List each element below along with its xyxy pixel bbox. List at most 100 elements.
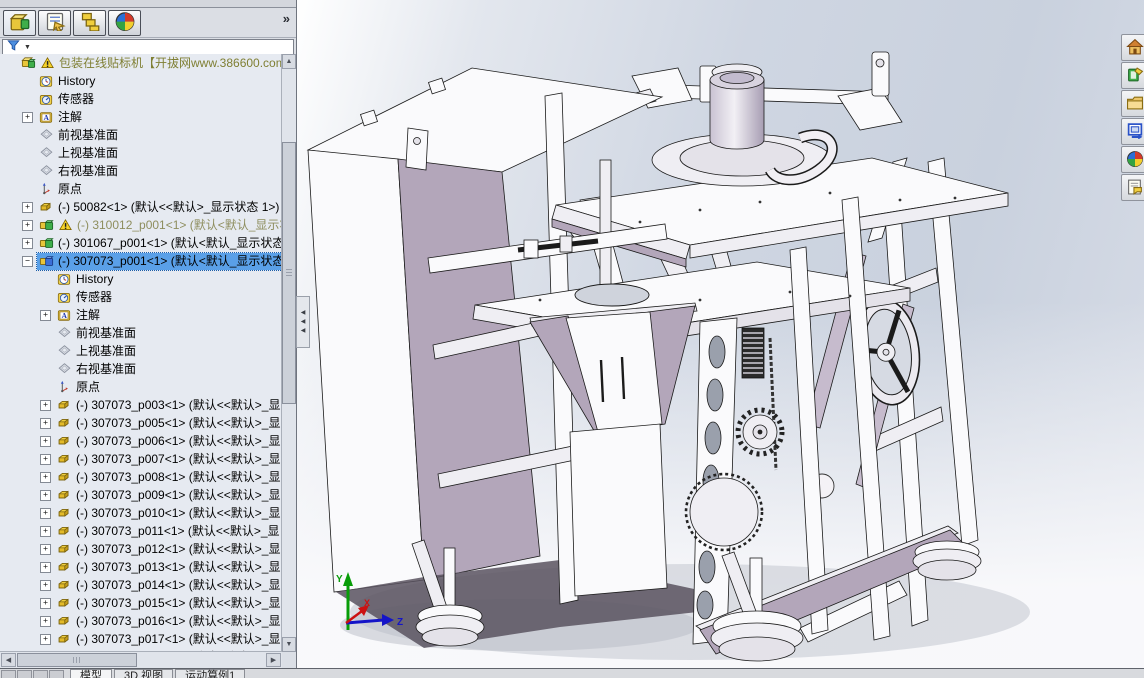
- expand-icon[interactable]: +: [40, 309, 51, 321]
- tree-row[interactable]: 右视基准面: [0, 162, 282, 180]
- tree-row[interactable]: + (-) 307073_p008<1> (默认<<默认>_显: [0, 468, 282, 486]
- cad-model-3d[interactable]: Y Z X: [297, 0, 1144, 668]
- tree-row[interactable]: + (-) 307073_p010<1> (默认<<默认>_显: [0, 504, 282, 522]
- taskpane-tab-view-palette[interactable]: [1121, 118, 1144, 145]
- tree-row[interactable]: + (-) 50082<1> (默认<<默认>_显示状态 1>): [0, 198, 282, 216]
- expand-icon[interactable]: +: [40, 453, 51, 465]
- tree-item-label: 包装在线贴标机【开拔网www.386600.com】: [59, 56, 282, 70]
- tree-row[interactable]: + (-) 307073_p013<1> (默认<<默认>_显: [0, 558, 282, 576]
- tree-row[interactable]: + (-) 307073_p014<1> (默认<<默认>_显: [0, 576, 282, 594]
- scroll-down-arrow[interactable]: ▼: [282, 637, 296, 652]
- origin-icon: [57, 380, 73, 394]
- tree-row[interactable]: + (-) 307073_p009<1> (默认<<默认>_显: [0, 486, 282, 504]
- taskpane-tab-home[interactable]: [1121, 34, 1144, 61]
- horizontal-scroll-thumb[interactable]: [17, 653, 137, 667]
- tree-item-label: 注解: [76, 308, 101, 322]
- tree-row[interactable]: History: [0, 72, 282, 90]
- scrollbar-corner: [282, 652, 296, 668]
- expand-icon[interactable]: +: [40, 507, 51, 519]
- tree-item-label: 上视基准面: [58, 146, 119, 160]
- tree-row[interactable]: + (-) 307073_p016<1> (默认<<默认>_显: [0, 612, 282, 630]
- tree-row[interactable]: + (-) 307073_p012<1> (默认<<默认>_显: [0, 540, 282, 558]
- vertical-scroll-thumb[interactable]: [282, 142, 296, 404]
- expand-icon[interactable]: +: [22, 111, 33, 123]
- tree-row[interactable]: + (-) 307073_p017<1> (默认<<默认>_显: [0, 630, 282, 648]
- plane-icon: [39, 128, 55, 142]
- panel-tab-configurationmanager[interactable]: [73, 9, 106, 36]
- task-pane-tab-strip: [1121, 34, 1144, 202]
- tree-row[interactable]: + (-) 307073_p011<1> (默认<<默认>_显: [0, 522, 282, 540]
- tree-row[interactable]: + (-) 307073_p006<1> (默认<<默认>_显: [0, 432, 282, 450]
- tree-row[interactable]: 上视基准面: [0, 144, 282, 162]
- panel-overflow-button[interactable]: »: [283, 11, 290, 26]
- triad-z-label: Z: [397, 617, 403, 628]
- expand-icon[interactable]: +: [40, 543, 51, 555]
- tree-row[interactable]: + (-) 307073_p005<1> (默认<<默认>_显: [0, 414, 282, 432]
- expand-icon[interactable]: +: [40, 489, 51, 501]
- expand-icon[interactable]: +: [40, 597, 51, 609]
- expand-icon[interactable]: +: [40, 471, 51, 483]
- expand-icon[interactable]: +: [40, 435, 51, 447]
- panel-tab-displaymanager[interactable]: [108, 9, 141, 36]
- tree-row[interactable]: History: [0, 270, 282, 288]
- tree-item-label: 前视基准面: [58, 128, 119, 142]
- part-icon: [57, 470, 73, 484]
- part-icon: [57, 398, 73, 412]
- expand-icon[interactable]: +: [40, 615, 51, 627]
- annotation-icon: A: [57, 308, 73, 322]
- expand-icon[interactable]: +: [40, 525, 51, 537]
- expand-icon[interactable]: +: [22, 219, 33, 231]
- part-icon: [57, 416, 73, 430]
- tree-row[interactable]: + A 注解: [0, 306, 282, 324]
- expand-icon[interactable]: +: [40, 561, 51, 573]
- solidworks-window: Y Z X » ▼ 包装在线贴标机【开拔网www.386600.com】 Hist…: [0, 0, 1144, 678]
- graphics-area[interactable]: Y Z X: [297, 0, 1144, 668]
- tree-horizontal-scrollbar[interactable]: ◀ ▶: [0, 651, 282, 668]
- lower-plate[interactable]: [569, 423, 668, 597]
- panel-collapse-splitter[interactable]: ◀ ◀ ◀: [296, 296, 310, 348]
- filter-caret-icon[interactable]: ▼: [24, 44, 31, 51]
- scroll-right-arrow[interactable]: ▶: [266, 653, 281, 667]
- tree-row[interactable]: 原点: [0, 180, 282, 198]
- panel-tab-featuremanager[interactable]: [3, 9, 36, 36]
- tree-row[interactable]: 传感器: [0, 288, 282, 306]
- tree-row[interactable]: 前视基准面: [0, 324, 282, 342]
- expand-icon[interactable]: +: [40, 633, 51, 645]
- tree-row[interactable]: + (-) 310012_p001<1> (默认<默认_显示状: [0, 216, 282, 234]
- collapse-icon[interactable]: −: [22, 255, 33, 267]
- expand-icon[interactable]: +: [40, 579, 51, 591]
- taskpane-tab-design-library[interactable]: [1121, 62, 1144, 89]
- expand-icon[interactable]: +: [22, 237, 33, 249]
- tree-item-label: (-) 307073_p006<1> (默认<<默认>_显: [76, 434, 281, 448]
- part-icon: [57, 614, 73, 628]
- expand-icon[interactable]: +: [40, 417, 51, 429]
- tree-row[interactable]: 包装在线贴标机【开拔网www.386600.com】: [0, 54, 282, 72]
- panel-top-strip: [0, 0, 296, 8]
- taskpane-tab-file-explorer[interactable]: [1121, 90, 1144, 117]
- assembly-icon-blue: [39, 254, 55, 268]
- tree-row[interactable]: + (-) 307073_p015<1> (默认<<默认>_显: [0, 594, 282, 612]
- tree-item-label: 右视基准面: [76, 362, 137, 376]
- taskpane-tab-custom-properties[interactable]: [1121, 174, 1144, 201]
- tree-row[interactable]: 上视基准面: [0, 342, 282, 360]
- triad-y-label: Y: [336, 574, 343, 585]
- expand-icon[interactable]: +: [22, 201, 33, 213]
- expand-icon[interactable]: +: [40, 399, 51, 411]
- tree-item-label: 传感器: [76, 290, 113, 304]
- taskpane-tab-appearances[interactable]: [1121, 146, 1144, 173]
- tree-row[interactable]: 右视基准面: [0, 360, 282, 378]
- tree-row[interactable]: 原点: [0, 378, 282, 396]
- tree-row[interactable]: + (-) 307073_p007<1> (默认<<默认>_显: [0, 450, 282, 468]
- scroll-left-arrow[interactable]: ◀: [1, 653, 16, 667]
- part-icon: [57, 632, 73, 646]
- tree-row[interactable]: 传感器: [0, 90, 282, 108]
- panel-tab-propertymanager[interactable]: [38, 9, 71, 36]
- tree-row[interactable]: + A 注解: [0, 108, 282, 126]
- tree-vertical-scrollbar[interactable]: ▲ ▼: [281, 54, 296, 652]
- scroll-up-arrow[interactable]: ▲: [282, 54, 296, 69]
- tree-row[interactable]: + (-) 301067_p001<1> (默认<默认_显示状态-: [0, 234, 282, 252]
- tree-row[interactable]: − (-) 307073_p001<1> (默认<默认_显示状态-: [0, 251, 282, 271]
- tree-row[interactable]: + (-) 307073_p003<1> (默认<<默认>_显: [0, 396, 282, 414]
- annotation-icon: A: [39, 110, 55, 124]
- tree-row[interactable]: 前视基准面: [0, 126, 282, 144]
